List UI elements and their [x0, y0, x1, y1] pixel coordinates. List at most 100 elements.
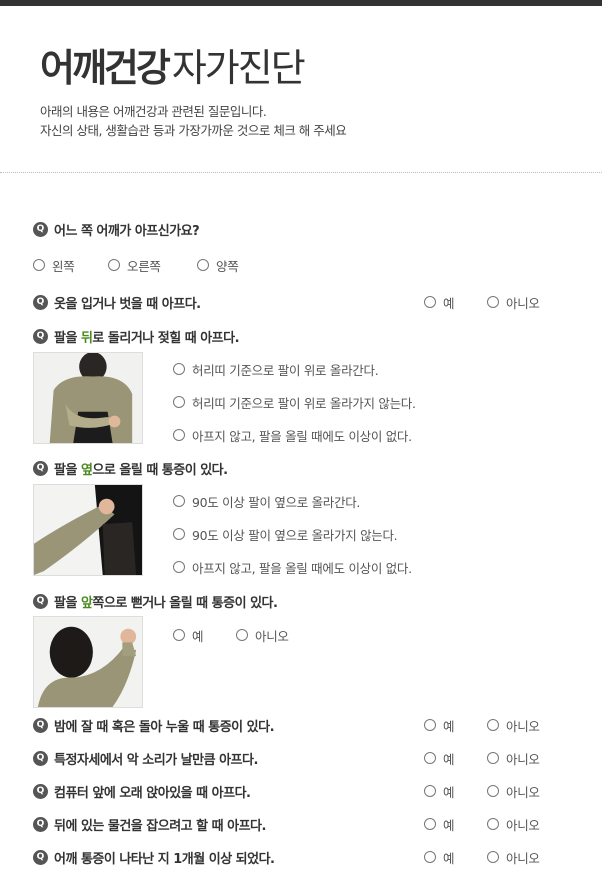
question-9: Q 뒤에 있는 물건을 잡으려고 할 때 아프다.: [33, 815, 266, 834]
description-line-1: 아래의 내용은 어깨건강과 관련된 질문입니다.: [40, 104, 267, 119]
photo-arm-raised-forward: [33, 616, 143, 708]
option-label: 예: [443, 295, 455, 311]
radio-icon[interactable]: [108, 259, 120, 271]
option-label: 왼쪽: [52, 258, 75, 274]
option-label: 아니오: [255, 628, 289, 644]
q-icon: Q: [33, 849, 48, 865]
radio-icon[interactable]: [424, 785, 436, 797]
divider: [0, 172, 602, 173]
option-label: 아니오: [506, 850, 540, 866]
option-label: 90도 이상 팔이 옆으로 올라간다.: [192, 494, 361, 510]
q-icon: Q: [33, 717, 48, 733]
radio-icon[interactable]: [173, 495, 185, 507]
description-line-2: 자신의 상태, 생활습관 등과 가장가까운 것으로 체크 해 주세요: [40, 123, 347, 138]
radio-icon[interactable]: [236, 629, 248, 641]
question-4: Q 팔을 옆으로 올릴 때 통증이 있다.: [33, 459, 228, 478]
option-label: 예: [443, 817, 455, 833]
yes-option[interactable]: 예: [424, 749, 455, 767]
question-text: 어깨 통증이 나타난 지 1개월 이상 되었다.: [54, 851, 275, 867]
radio-icon[interactable]: [173, 429, 185, 441]
no-option[interactable]: 아니오: [487, 716, 540, 734]
no-option[interactable]: 아니오: [487, 293, 540, 311]
no-option[interactable]: 아니오: [487, 848, 540, 866]
yes-option[interactable]: 예: [424, 293, 455, 311]
yes-option[interactable]: 예: [424, 782, 455, 800]
radio-icon[interactable]: [197, 259, 209, 271]
option-label: 예: [443, 751, 455, 767]
question-5: Q 팔을 앞쪽으로 뻗거나 올릴 때 통증이 있다.: [33, 592, 278, 611]
radio-icon[interactable]: [424, 752, 436, 764]
option-label: 아니오: [506, 817, 540, 833]
option-arm-does-not-go-up[interactable]: 허리띠 기준으로 팔이 위로 올라가지 않는다.: [173, 393, 416, 411]
q-icon: Q: [33, 783, 48, 799]
photo-arm-raised-sideways: [33, 484, 143, 576]
option-no-pain[interactable]: 아프지 않고, 팔을 올릴 때에도 이상이 없다.: [173, 426, 412, 444]
question-text: 밤에 잘 때 혹은 돌아 누울 때 통증이 있다.: [54, 719, 275, 735]
radio-icon[interactable]: [424, 296, 436, 308]
option-under-90[interactable]: 90도 이상 팔이 옆으로 올라가지 않는다.: [173, 525, 398, 543]
option-label: 양쪽: [216, 258, 239, 274]
question-6: Q 밤에 잘 때 혹은 돌아 누울 때 통증이 있다.: [33, 716, 275, 735]
question-text: 특정자세에서 악 소리가 날만큼 아프다.: [54, 752, 258, 768]
question-3: Q 팔을 뒤로 돌리거나 젖힐 때 아프다.: [33, 327, 240, 346]
no-option[interactable]: 아니오: [236, 626, 289, 644]
option-arm-goes-up[interactable]: 허리띠 기준으로 팔이 위로 올라간다.: [173, 360, 379, 378]
no-option[interactable]: 아니오: [487, 782, 540, 800]
option-over-90[interactable]: 90도 이상 팔이 옆으로 올라간다.: [173, 492, 360, 510]
radio-icon[interactable]: [487, 752, 499, 764]
title-light: 자가진단: [171, 46, 306, 90]
option-right[interactable]: 오른쪽: [108, 256, 161, 274]
option-label: 허리띠 기준으로 팔이 위로 올라가지 않는다.: [192, 395, 416, 411]
radio-icon[interactable]: [173, 363, 185, 375]
question-text: 팔을 뒤로 돌리거나 젖힐 때 아프다.: [54, 330, 240, 346]
option-label: 예: [443, 718, 455, 734]
no-option[interactable]: 아니오: [487, 749, 540, 767]
option-both[interactable]: 양쪽: [197, 256, 239, 274]
question-7: Q 특정자세에서 악 소리가 날만큼 아프다.: [33, 749, 258, 768]
question-8: Q 컴퓨터 앞에 오래 앉아있을 때 아프다.: [33, 782, 251, 801]
question-2: Q 옷을 입거나 벗을 때 아프다.: [33, 293, 201, 312]
option-label: 예: [192, 628, 204, 644]
title-bold: 어깨건강: [40, 46, 171, 90]
radio-icon[interactable]: [173, 561, 185, 573]
option-label: 아니오: [506, 295, 540, 311]
q-icon: Q: [33, 221, 48, 237]
radio-icon[interactable]: [424, 818, 436, 830]
option-label: 예: [443, 784, 455, 800]
radio-icon[interactable]: [33, 259, 45, 271]
q-icon: Q: [33, 294, 48, 310]
radio-icon[interactable]: [424, 851, 436, 863]
question-1: Q 어느 쪽 어깨가 아프신가요?: [33, 220, 200, 239]
radio-icon[interactable]: [487, 818, 499, 830]
option-label: 아프지 않고, 팔을 올릴 때에도 이상이 없다.: [192, 560, 412, 576]
q-icon: Q: [33, 460, 48, 476]
radio-icon[interactable]: [424, 719, 436, 731]
radio-icon[interactable]: [487, 719, 499, 731]
q-icon: Q: [33, 816, 48, 832]
option-label: 허리띠 기준으로 팔이 위로 올라간다.: [192, 362, 379, 378]
photo-arm-behind-back: [33, 352, 143, 444]
question-text: 팔을 앞쪽으로 뻗거나 올릴 때 통증이 있다.: [54, 595, 278, 611]
top-bar: [0, 0, 602, 6]
radio-icon[interactable]: [487, 296, 499, 308]
radio-icon[interactable]: [173, 396, 185, 408]
radio-icon[interactable]: [487, 785, 499, 797]
yes-option[interactable]: 예: [424, 848, 455, 866]
radio-icon[interactable]: [173, 528, 185, 540]
option-label: 아니오: [506, 751, 540, 767]
yes-option[interactable]: 예: [173, 626, 204, 644]
yes-option[interactable]: 예: [424, 716, 455, 734]
radio-icon[interactable]: [487, 851, 499, 863]
option-label: 아니오: [506, 718, 540, 734]
option-label: 아프지 않고, 팔을 올릴 때에도 이상이 없다.: [192, 428, 412, 444]
radio-icon[interactable]: [173, 629, 185, 641]
option-label: 오른쪽: [127, 258, 161, 274]
yes-option[interactable]: 예: [424, 815, 455, 833]
q-icon: Q: [33, 328, 48, 344]
option-no-pain[interactable]: 아프지 않고, 팔을 올릴 때에도 이상이 없다.: [173, 558, 412, 576]
no-option[interactable]: 아니오: [487, 815, 540, 833]
q-icon: Q: [33, 750, 48, 766]
q-icon: Q: [33, 593, 48, 609]
option-left[interactable]: 왼쪽: [33, 256, 75, 274]
question-text: 팔을 옆으로 올릴 때 통증이 있다.: [54, 462, 228, 478]
